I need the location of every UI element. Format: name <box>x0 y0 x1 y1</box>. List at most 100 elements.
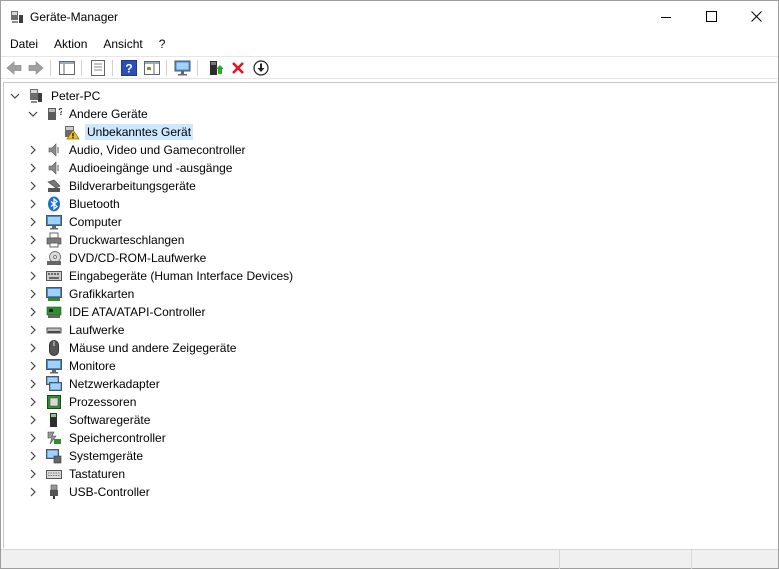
title-bar[interactable]: Geräte-Manager <box>1 1 778 32</box>
chevron-right-icon[interactable] <box>28 307 38 317</box>
disk-drive-icon <box>46 322 62 338</box>
menu-ansicht[interactable]: Ansicht <box>94 34 149 54</box>
toolbar-separator <box>112 60 113 76</box>
chevron-right-icon[interactable] <box>28 379 38 389</box>
tree-item-audio-io[interactable]: Audioeingänge und -ausgänge <box>28 159 234 177</box>
chevron-right-icon[interactable] <box>28 145 38 155</box>
maximize-button[interactable] <box>688 1 734 32</box>
menu-aktion[interactable]: Aktion <box>45 34 94 54</box>
chevron-right-icon[interactable] <box>28 199 38 209</box>
hid-keyboard-icon <box>46 268 62 284</box>
software-device-icon <box>46 412 62 428</box>
chevron-right-icon[interactable] <box>28 487 38 497</box>
tree-item-bluetooth[interactable]: Bluetooth <box>28 195 122 213</box>
display-adapter-icon <box>46 286 62 302</box>
monitor-icon <box>46 214 62 230</box>
chevron-right-icon[interactable] <box>28 217 38 227</box>
back-icon <box>6 61 22 75</box>
chevron-down-icon[interactable] <box>10 91 20 101</box>
tree-item-network[interactable]: Netzwerkadapter <box>28 375 162 393</box>
tree-item-graphics[interactable]: Grafikkarten <box>28 285 136 303</box>
close-button[interactable] <box>733 1 779 32</box>
tree-item-mice[interactable]: Mäuse und andere Zeigegeräte <box>28 339 238 357</box>
menu-datei[interactable]: Datei <box>1 34 45 54</box>
tree-item-usb[interactable]: USB-Controller <box>28 483 152 501</box>
printer-icon <box>46 232 62 248</box>
tree-item-label: Bildverarbeitungsgeräte <box>69 179 196 193</box>
help-button[interactable]: ? <box>120 59 138 77</box>
speaker-icon <box>46 142 62 158</box>
tree-item-audio-video[interactable]: Audio, Video und Gamecontroller <box>28 141 248 159</box>
uninstall-device-button[interactable] <box>229 59 247 77</box>
chevron-right-icon[interactable] <box>28 325 38 335</box>
tree-item-label: DVD/CD-ROM-Laufwerke <box>69 251 207 265</box>
help-icon: ? <box>121 60 137 76</box>
chevron-right-icon[interactable] <box>28 235 38 245</box>
chevron-right-icon[interactable] <box>28 361 38 371</box>
action-pane-button[interactable] <box>143 59 161 77</box>
bluetooth-icon <box>46 196 62 212</box>
show-hide-console-tree-icon <box>59 61 75 75</box>
chevron-down-icon[interactable] <box>28 109 38 119</box>
tree-item-label: Druckwarteschlangen <box>69 233 185 247</box>
show-hide-console-tree-button[interactable] <box>58 59 76 77</box>
tree-item-keyboards[interactable]: Tastaturen <box>28 465 127 483</box>
camera-scanner-icon <box>46 178 62 194</box>
chevron-right-icon[interactable] <box>28 289 38 299</box>
chevron-right-icon[interactable] <box>28 253 38 263</box>
disable-device-button[interactable] <box>252 59 270 77</box>
properties-button[interactable] <box>89 59 107 77</box>
processor-icon <box>46 394 62 410</box>
chevron-right-icon[interactable] <box>28 343 38 353</box>
tree-item-other-devices[interactable]: ? Andere Geräte <box>28 105 150 123</box>
toolbar-separator <box>50 60 51 76</box>
forward-button[interactable] <box>27 59 45 77</box>
svg-text:?: ? <box>125 62 132 76</box>
tree-item-system-devices[interactable]: Systemgeräte <box>28 447 145 465</box>
tree-item-unknown-device[interactable]: Unbekanntes Gerät <box>64 123 194 141</box>
tree-item-label: Eingabegeräte (Human Interface Devices) <box>69 269 294 283</box>
update-driver-button[interactable] <box>206 59 224 77</box>
toolbar-separator <box>166 60 167 76</box>
toolbar-separator <box>197 60 198 76</box>
tree-item-hid[interactable]: Eingabegeräte (Human Interface Devices) <box>28 267 295 285</box>
close-icon <box>750 11 762 22</box>
chevron-right-icon[interactable] <box>28 433 38 443</box>
window-title: Geräte-Manager <box>30 10 119 24</box>
device-tree[interactable]: Peter-PC ? Andere Geräte Unbekanntes Ger… <box>3 82 777 548</box>
device-manager-app-icon <box>10 10 24 24</box>
chevron-right-icon[interactable] <box>28 163 38 173</box>
minimize-button[interactable] <box>643 1 689 32</box>
tree-item-label: Monitore <box>69 359 116 373</box>
tree-item-computer[interactable]: Computer <box>28 213 124 231</box>
chevron-right-icon[interactable] <box>28 451 38 461</box>
tree-item-drives[interactable]: Laufwerke <box>28 321 126 339</box>
uninstall-icon <box>232 62 244 74</box>
properties-icon <box>91 60 105 76</box>
scan-hardware-button[interactable] <box>174 59 192 77</box>
status-bar-segment <box>559 550 691 569</box>
menu-bar: Datei Aktion Ansicht ? <box>1 34 778 54</box>
chevron-right-icon[interactable] <box>28 271 38 281</box>
tree-item-dvd[interactable]: DVD/CD-ROM-Laufwerke <box>28 249 208 267</box>
tree-root-label: Peter-PC <box>51 89 101 103</box>
tree-item-ide[interactable]: IDE ATA/ATAPI-Controller <box>28 303 207 321</box>
chevron-right-icon[interactable] <box>28 469 38 479</box>
tree-item-storage-controllers[interactable]: Speichercontroller <box>28 429 168 447</box>
tree-item-monitors[interactable]: Monitore <box>28 357 118 375</box>
tree-item-print-queues[interactable]: Druckwarteschlangen <box>28 231 186 249</box>
tree-root-row[interactable]: Peter-PC <box>10 87 102 105</box>
chevron-right-icon[interactable] <box>28 415 38 425</box>
minimize-icon <box>661 16 671 18</box>
tree-item-label: IDE ATA/ATAPI-Controller <box>69 305 206 319</box>
tree-item-software-devices[interactable]: Softwaregeräte <box>28 411 152 429</box>
back-button[interactable] <box>5 59 23 77</box>
tree-item-imaging[interactable]: Bildverarbeitungsgeräte <box>28 177 198 195</box>
chevron-right-icon[interactable] <box>28 181 38 191</box>
storage-controller-icon <box>46 430 62 446</box>
tree-item-processors[interactable]: Prozessoren <box>28 393 138 411</box>
toolbar: ? <box>1 56 778 79</box>
action-pane-icon <box>144 61 160 75</box>
chevron-right-icon[interactable] <box>28 397 38 407</box>
menu-help[interactable]: ? <box>150 34 173 54</box>
